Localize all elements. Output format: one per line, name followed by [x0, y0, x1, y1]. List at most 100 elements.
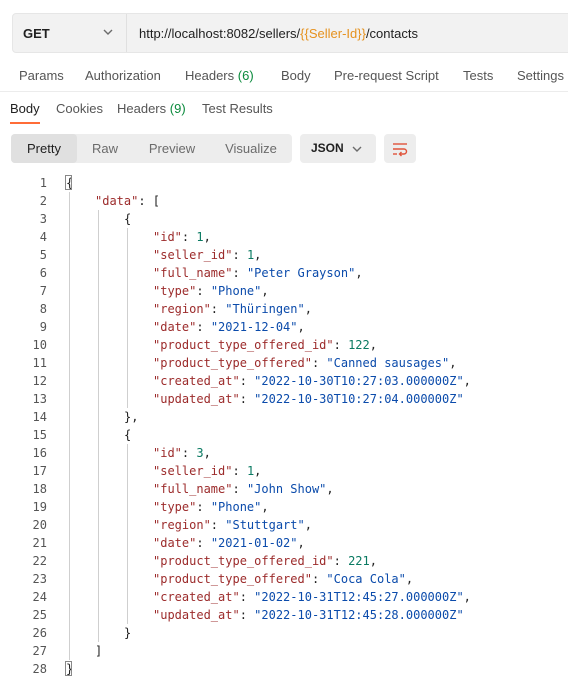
response-headers-count: (9) [169, 101, 186, 116]
line-number: 27 [32, 644, 47, 658]
code-line: 27] [0, 642, 568, 660]
brace-match-highlight [65, 661, 72, 676]
code-line: 11 "product_type_offered": "Canned sausag… [0, 354, 568, 372]
code-line: 17 "seller_id": 1, [0, 462, 568, 480]
json-punctuation: : [232, 266, 247, 280]
tab-response-body[interactable]: Body [10, 101, 40, 116]
line-number: 23 [32, 572, 47, 586]
json-key: "region" [153, 518, 211, 532]
line-number: 24 [32, 590, 47, 604]
mode-preview[interactable]: Preview [137, 134, 207, 163]
json-punctuation: : [232, 248, 247, 262]
json-punctuation: : [333, 338, 349, 352]
mode-pretty[interactable]: Pretty [11, 134, 77, 163]
url-input[interactable]: http://localhost:8082/sellers/{{Seller-I… [127, 14, 418, 52]
json-punctuation: , [261, 500, 269, 514]
format-select[interactable]: JSON [300, 134, 376, 163]
code-text: "created_at": "2022-10-31T12:45:27.00000… [153, 588, 471, 606]
json-string: "2021-01-02" [210, 536, 298, 550]
code-line: 6 "full_name": "Peter Grayson", [0, 264, 568, 282]
tab-test-results[interactable]: Test Results [202, 101, 273, 116]
json-punctuation: , [369, 338, 377, 352]
code-line: 26} [0, 624, 568, 642]
tab-cookies[interactable]: Cookies [56, 101, 103, 116]
method-select[interactable]: GET [13, 14, 127, 52]
json-key: "id" [153, 230, 182, 244]
json-key: "date" [153, 320, 197, 334]
line-number: 15 [32, 428, 47, 442]
json-key: "date" [153, 536, 197, 550]
code-text: { [124, 426, 131, 444]
tab-response-headers[interactable]: Headers (9) [117, 101, 186, 116]
json-punctuation: : [ [138, 194, 161, 208]
code-text: "date": "2021-12-04", [153, 318, 305, 336]
json-punctuation: , [405, 572, 414, 586]
json-punctuation: : [239, 374, 255, 388]
json-punctuation: : [239, 392, 255, 406]
code-text: "type": "Phone", [153, 498, 269, 516]
json-punctuation: : [232, 482, 247, 496]
wrap-lines-button[interactable] [384, 134, 416, 163]
response-tabs: Body Cookies Headers (9) Test Results [0, 92, 568, 126]
headers-count: (6) [237, 68, 254, 83]
code-text: "seller_id": 1, [153, 246, 261, 264]
code-text: }, [124, 408, 138, 426]
code-text: "updated_at": "2022-10-30T10:27:04.00000… [153, 390, 464, 408]
code-text: "created_at": "2022-10-30T10:27:03.00000… [153, 372, 471, 390]
json-string: "2022-10-30T10:27:04.000000Z" [254, 392, 464, 406]
line-number: 20 [32, 518, 47, 532]
code-line: 13 "updated_at": "2022-10-30T10:27:04.000… [0, 390, 568, 408]
code-text: "product_type_offered_id": 221, [153, 552, 377, 570]
code-text: "full_name": "Peter Grayson", [153, 264, 363, 282]
wrap-lines-icon [393, 143, 408, 157]
json-punctuation: : [333, 554, 349, 568]
line-number: 11 [32, 356, 47, 370]
json-key: "created_at" [153, 374, 240, 388]
line-number: 22 [32, 554, 47, 568]
json-punctuation: : [210, 518, 226, 532]
json-punctuation: , [326, 482, 334, 496]
code-text: } [124, 624, 131, 642]
json-key: "type" [153, 500, 197, 514]
tab-params[interactable]: Params [19, 68, 64, 83]
json-key: "updated_at" [153, 608, 240, 622]
mode-visualize[interactable]: Visualize [211, 134, 291, 163]
line-number: 19 [32, 500, 47, 514]
code-text: "data": [ [95, 192, 160, 210]
tab-authorization[interactable]: Authorization [85, 68, 161, 83]
tab-tests[interactable]: Tests [463, 68, 493, 83]
brace-match-highlight [65, 175, 72, 190]
json-punctuation: , [297, 320, 305, 334]
json-punctuation: , [463, 590, 471, 604]
code-line: 4 "id": 1, [0, 228, 568, 246]
tab-body[interactable]: Body [281, 68, 311, 83]
code-line: 28} [0, 660, 568, 678]
line-number: 8 [39, 302, 47, 316]
code-line: 25 "updated_at": "2022-10-31T12:45:28.000… [0, 606, 568, 624]
code-line: 14}, [0, 408, 568, 426]
code-line: 20 "region": "Stuttgart", [0, 516, 568, 534]
json-punctuation: { [124, 428, 132, 442]
tab-settings[interactable]: Settings [517, 68, 564, 83]
code-line: 8 "region": "Thüringen", [0, 300, 568, 318]
tab-pre-request-script[interactable]: Pre-request Script [334, 68, 439, 83]
json-key: "region" [153, 302, 211, 316]
line-number: 14 [32, 410, 47, 424]
code-line: 19 "type": "Phone", [0, 498, 568, 516]
code-line: 22 "product_type_offered_id": 221, [0, 552, 568, 570]
json-number: 3 [196, 446, 204, 460]
json-string: "Phone" [210, 284, 262, 298]
line-number: 18 [32, 482, 47, 496]
json-number: 1 [196, 230, 204, 244]
mode-raw[interactable]: Raw [77, 134, 133, 163]
code-text: "product_type_offered": "Coca Cola", [153, 570, 413, 588]
json-key: "product_type_offered" [153, 356, 312, 370]
json-punctuation: : [311, 356, 327, 370]
line-number: 26 [32, 626, 47, 640]
line-number: 2 [39, 194, 47, 208]
code-line: 15 { [0, 426, 568, 444]
json-punctuation: : [196, 320, 211, 334]
tab-headers[interactable]: Headers (6) [185, 68, 254, 83]
indent-guide [98, 210, 99, 642]
line-number: 10 [32, 338, 47, 352]
